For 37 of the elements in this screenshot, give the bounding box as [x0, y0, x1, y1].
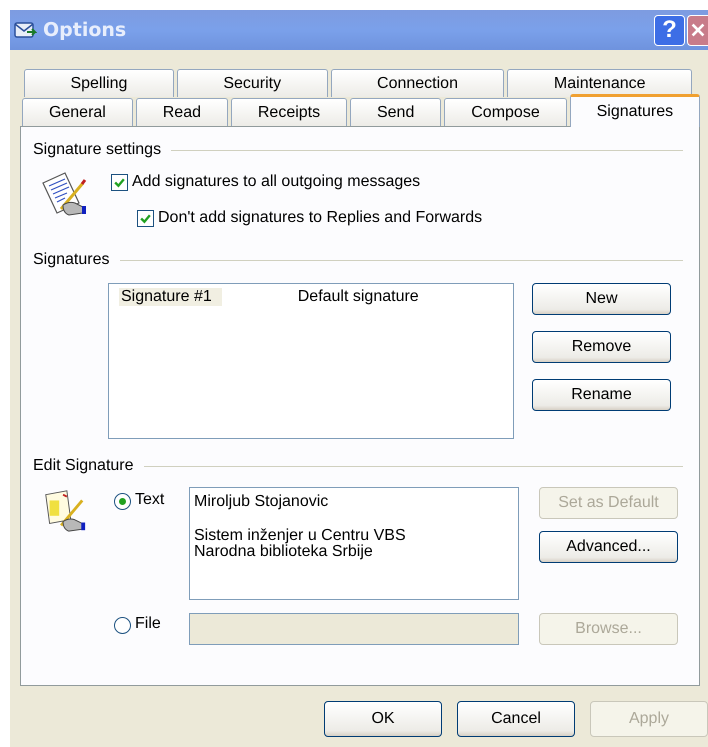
tab[interactable]: Signatures: [570, 94, 700, 127]
dialog-button[interactable]: Advanced...: [539, 531, 678, 563]
list-item[interactable]: Signature #1: [119, 288, 222, 306]
checkmark-icon: [113, 176, 126, 188]
section-heading: Edit Signature: [33, 457, 134, 475]
list-item-description: Default signature: [298, 288, 419, 306]
section-heading: Signature settings: [33, 141, 162, 159]
tab[interactable]: Compose: [444, 98, 567, 126]
dialog-button[interactable]: Rename: [532, 379, 671, 411]
section-heading: Signatures: [33, 251, 110, 269]
signature-text-field[interactable]: Miroljub Stojanovic Sistem inženjer u Centru VBS Narodna biblioteka Srbije: [189, 487, 519, 600]
window-title: Options: [43, 19, 126, 41]
dialog-button[interactable]: New: [532, 283, 671, 315]
close-icon: [689, 21, 707, 39]
close-button[interactable]: [687, 14, 708, 46]
help-button[interactable]: ?: [654, 14, 685, 46]
radio-button[interactable]: [114, 617, 131, 634]
radio-label: Text: [135, 491, 164, 509]
tab[interactable]: Security: [176, 69, 328, 97]
dialog-button[interactable]: Cancel: [457, 701, 575, 737]
radio-label: File: [135, 615, 161, 633]
tab[interactable]: Send: [350, 98, 442, 126]
dialog-button[interactable]: OK: [324, 701, 442, 737]
tab[interactable]: General: [22, 98, 133, 126]
checkbox-label: Don't add signatures to Replies and Forwards: [158, 209, 482, 227]
tab[interactable]: Maintenance: [507, 69, 692, 97]
checkmark-icon: [139, 212, 152, 224]
tab[interactable]: Read: [136, 98, 228, 126]
checkbox-label: Add signatures to all outgoing messages: [132, 173, 420, 191]
checkbox[interactable]: [111, 174, 128, 190]
tab[interactable]: Connection: [330, 69, 504, 97]
file-path-field[interactable]: [189, 613, 519, 645]
checkbox[interactable]: [137, 210, 154, 226]
tab[interactable]: Spelling: [24, 69, 174, 97]
radio-button[interactable]: [114, 493, 131, 510]
tab[interactable]: Receipts: [230, 98, 348, 126]
dialog-button[interactable]: Remove: [532, 331, 671, 363]
